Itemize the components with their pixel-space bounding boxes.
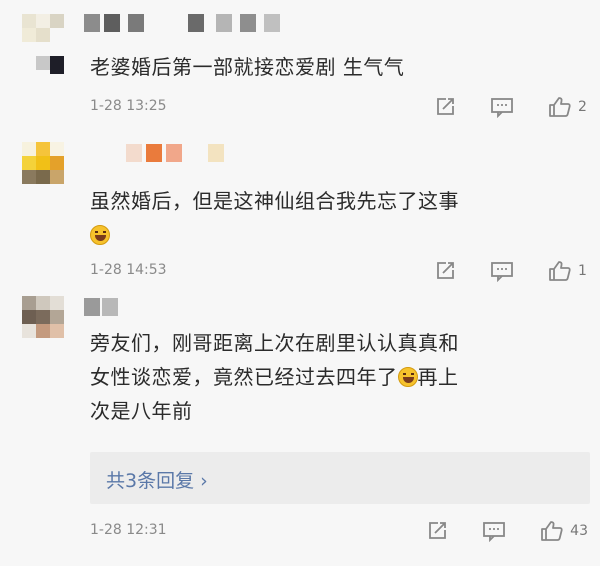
comment-actions: 1 <box>400 260 588 282</box>
share-button[interactable] <box>426 520 448 542</box>
comment-actions: 43 <box>392 520 588 542</box>
username-redacted[interactable] <box>84 14 174 32</box>
comment-time: 1-28 13:25 <box>90 98 167 114</box>
reply-button[interactable] <box>490 260 514 282</box>
laughing-emoji-icon <box>90 225 110 245</box>
comment-meta: 1-28 12:31 43 <box>90 520 588 544</box>
comment-text: 虽然婚后，但是这神仙组合我先忘了这事 <box>90 184 590 252</box>
comment-icon <box>491 98 513 118</box>
comment-text-line-1: 旁友们，刚哥距离上次在剧里认认真真和 <box>90 331 459 355</box>
comment-2: 虽然婚后，但是这神仙组合我先忘了这事 1-28 14:53 1 <box>0 140 600 290</box>
comment-text: 旁友们，刚哥距离上次在剧里认认真真和 女性谈恋爱，竟然已经过去四年了 再上 次是八… <box>90 326 590 428</box>
share-button[interactable] <box>434 96 456 118</box>
comment-text-line-2: 女性谈恋爱，竟然已经过去四年了 再上 <box>90 360 590 394</box>
avatar[interactable] <box>22 142 64 184</box>
username-redacted-2 <box>188 14 298 32</box>
comment-text-segment: 女性谈恋爱，竟然已经过去四年了 <box>90 365 398 389</box>
comment-emoji-line <box>90 218 590 252</box>
username-redacted[interactable] <box>126 144 236 162</box>
like-button[interactable]: 1 <box>548 260 588 282</box>
share-button[interactable] <box>434 260 456 282</box>
comment-3: 旁友们，刚哥距离上次在剧里认认真真和 女性谈恋爱，竟然已经过去四年了 再上 次是八… <box>0 290 600 566</box>
comment-meta: 1-28 14:53 1 <box>90 260 588 284</box>
reply-button[interactable] <box>490 96 514 118</box>
comment-time: 1-28 14:53 <box>90 262 167 278</box>
comment-text-segment: 再上 <box>417 365 459 389</box>
like-count: 1 <box>578 263 587 279</box>
like-button[interactable]: 43 <box>540 520 588 542</box>
laughing-emoji-icon <box>397 367 418 387</box>
comment-meta: 1-28 13:25 2 <box>90 96 588 120</box>
like-button[interactable]: 2 <box>548 96 588 118</box>
like-count: 43 <box>570 523 588 539</box>
avatar[interactable] <box>22 14 64 74</box>
thumbs-up-icon <box>541 521 563 541</box>
share-icon <box>437 98 454 115</box>
replies-label: 共3条回复 › <box>106 470 208 492</box>
thumbs-up-icon <box>549 261 571 281</box>
view-replies-button[interactable]: 共3条回复 › <box>90 452 590 504</box>
username-redacted[interactable] <box>84 298 144 316</box>
comment-text-line: 虽然婚后，但是这神仙组合我先忘了这事 <box>90 189 459 213</box>
comment-icon <box>491 262 513 282</box>
thumbs-up-icon <box>549 97 571 117</box>
like-count: 2 <box>578 99 587 115</box>
comment-icon <box>483 522 506 542</box>
share-icon <box>429 522 447 539</box>
avatar[interactable] <box>22 296 64 338</box>
comment-actions: 2 <box>400 96 588 118</box>
comment-text-line-3: 次是八年前 <box>90 399 193 423</box>
comment-text: 老婆婚后第一部就接恋爱剧 生气气 <box>90 55 405 79</box>
reply-button[interactable] <box>482 520 506 542</box>
comment-1: 老婆婚后第一部就接恋爱剧 生气气 1-28 13:25 2 <box>0 0 600 140</box>
share-icon <box>437 262 454 279</box>
comment-time: 1-28 12:31 <box>90 522 167 538</box>
